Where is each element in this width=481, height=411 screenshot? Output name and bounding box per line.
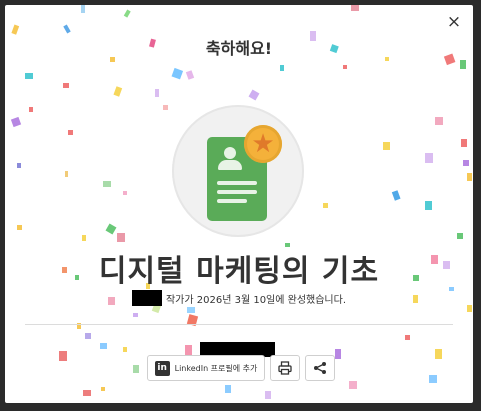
certificate-badge: ★ (172, 105, 304, 237)
completion-text: 작가가 2026년 3월 10일에 완성했습니다. (165, 294, 347, 306)
close-button[interactable]: × (443, 11, 465, 33)
completion-line: 작가가 2026년 3월 10일에 완성했습니다. (5, 290, 473, 306)
divider (25, 324, 453, 325)
completion-dialog: × 축하해요! ★ 디지털 마케팅의 기초 작가가 2026년 3월 10일에 … (5, 5, 473, 403)
action-bar: in LinkedIn 프로필에 추가 (147, 355, 335, 381)
course-title: 디지털 마케팅의 기초 (98, 254, 380, 289)
redacted-author (131, 290, 162, 306)
share-icon (314, 362, 326, 374)
share-button[interactable] (305, 355, 335, 381)
dialog-title: 축하해요! (205, 39, 273, 58)
print-icon (278, 361, 292, 375)
star-icon: ★ (244, 125, 282, 163)
close-icon: × (446, 12, 462, 32)
linkedin-icon: in (154, 360, 170, 376)
linkedin-button-label: LinkedIn 프로필에 추가 (174, 363, 258, 373)
add-to-linkedin-button[interactable]: in LinkedIn 프로필에 추가 (147, 355, 265, 381)
print-button[interactable] (270, 355, 300, 381)
